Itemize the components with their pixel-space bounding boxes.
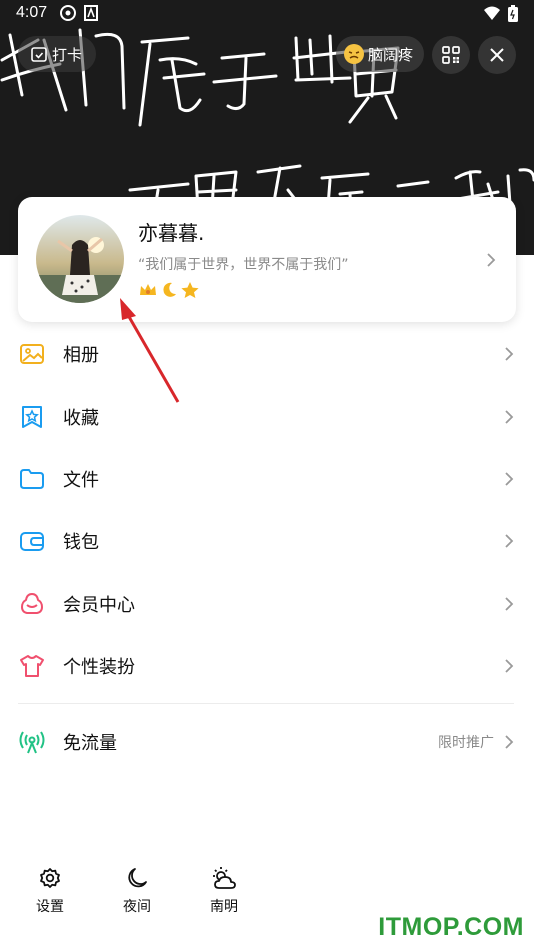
chevron-right-icon [487, 253, 496, 267]
profile-signature: “我们属于世界，世界不属于我们” [138, 257, 349, 273]
gear-icon [40, 868, 60, 888]
close-button[interactable] [478, 36, 516, 74]
signal-icon [19, 731, 45, 754]
menu-divider [18, 703, 514, 704]
checkin-icon [31, 47, 47, 62]
checkin-button[interactable]: 打卡 [18, 36, 96, 72]
menu-item-wallet[interactable]: 钱包 [0, 510, 534, 572]
battery-icon [508, 5, 518, 22]
menu-item-vip[interactable]: 会员中心 [0, 573, 534, 635]
menu-item-free-data[interactable]: 免流量 限时推广 [0, 711, 534, 773]
headache-emoji-icon [344, 44, 364, 64]
tshirt-icon [20, 655, 44, 678]
wifi-icon [484, 6, 500, 20]
night-mode-label: 夜间 [123, 899, 151, 915]
chevron-right-icon [505, 472, 514, 486]
menu-item-favorites[interactable]: 收藏 [0, 385, 534, 447]
settings-label: 设置 [36, 899, 64, 915]
qr-code-button[interactable] [432, 36, 470, 74]
menu-item-files[interactable]: 文件 [0, 448, 534, 510]
watermark: ITMOP.COM [378, 913, 524, 941]
menu-extra-list: 免流量 限时推广 [0, 711, 534, 773]
folder-icon [20, 468, 44, 489]
weather-label: 南明 [210, 899, 238, 915]
menu-label-favorites: 收藏 [63, 407, 99, 429]
moon-icon [128, 868, 147, 888]
chevron-right-icon [505, 347, 514, 361]
mood-label: 脑阔疼 [368, 45, 414, 64]
favorites-icon [22, 405, 42, 428]
vip-icon [21, 592, 43, 614]
chevron-right-icon [505, 659, 514, 673]
chevron-right-icon [505, 735, 514, 749]
wallet-icon [20, 532, 44, 552]
mood-status-button[interactable]: 脑阔疼 [336, 36, 424, 72]
chevron-right-icon [505, 597, 514, 611]
weather-button[interactable]: 南明 [194, 866, 254, 916]
checkin-label: 打卡 [52, 45, 83, 64]
chevron-right-icon [505, 409, 514, 424]
menu-label-files: 文件 [63, 469, 99, 491]
menu-list: 相册 收藏 文件 钱包 会员中心 个性装扮 [0, 323, 534, 697]
settings-button[interactable]: 设置 [20, 866, 80, 916]
profile-card[interactable]: 亦暮暮. “我们属于世界，世界不属于我们” [18, 197, 516, 322]
menu-label-vip: 会员中心 [63, 594, 135, 616]
red-annotation-arrow [120, 298, 180, 403]
menu-label-album: 相册 [63, 345, 99, 367]
status-bar: 4:07 [0, 0, 534, 28]
close-icon [490, 48, 504, 62]
promo-label: 限时推广 [438, 735, 494, 752]
profile-name: 亦暮暮. [138, 221, 205, 245]
menu-label-wallet: 钱包 [63, 532, 99, 554]
night-mode-button[interactable]: 夜间 [107, 866, 167, 916]
menu-label-personalize: 个性装扮 [63, 657, 135, 679]
chevron-right-icon [505, 534, 514, 548]
menu-label-free-data: 免流量 [63, 733, 117, 755]
photo-album-icon [20, 344, 44, 365]
menu-item-album[interactable]: 相册 [0, 323, 534, 385]
qr-code-icon [442, 46, 460, 64]
keyboard-notification-icon [84, 5, 98, 21]
status-time: 4:07 [16, 4, 48, 21]
menu-item-personalize[interactable]: 个性装扮 [0, 635, 534, 697]
app-notification-icon [60, 5, 76, 21]
weather-cloud-sun-icon [213, 867, 236, 889]
